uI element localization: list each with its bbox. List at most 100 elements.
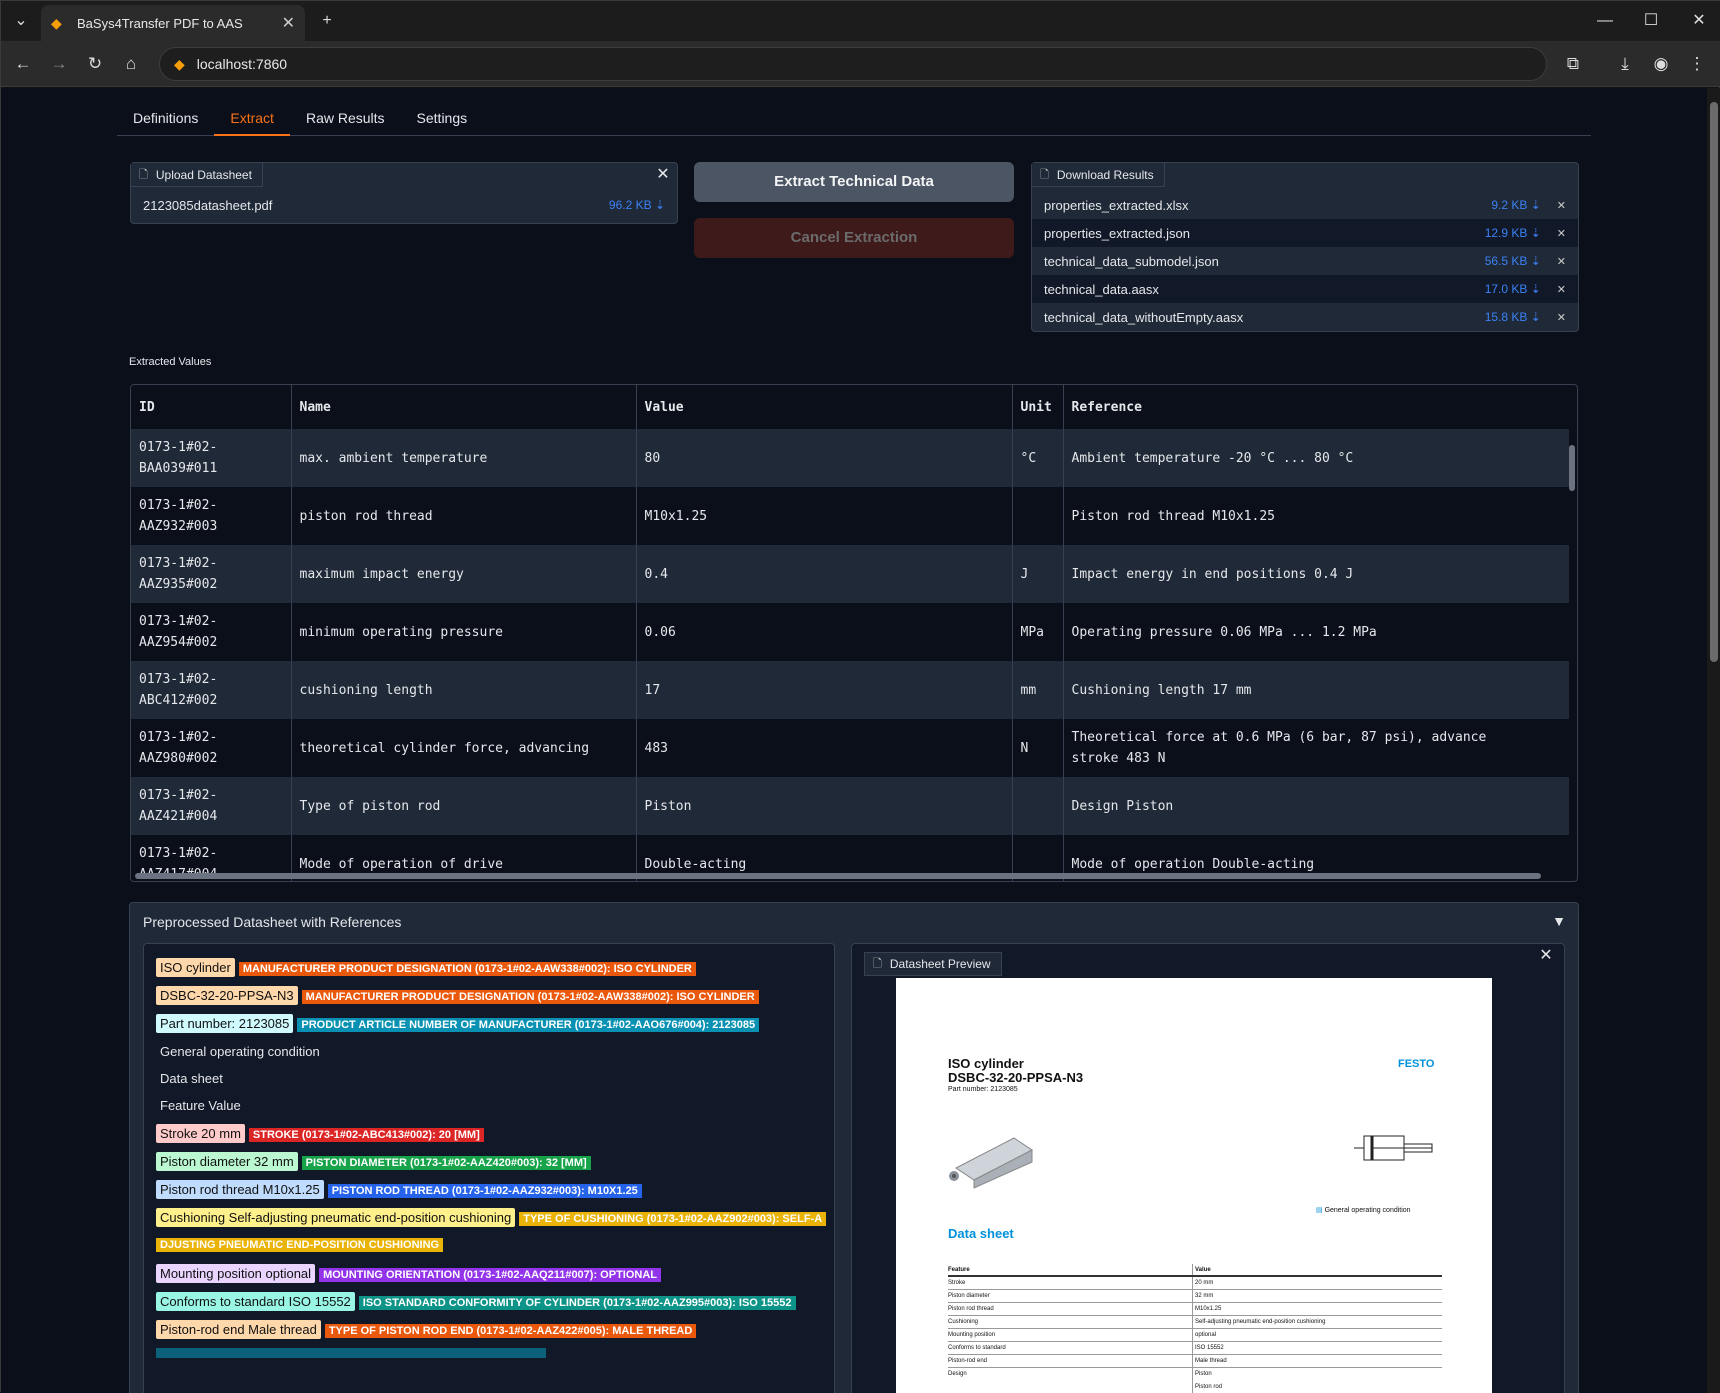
close-preview-icon[interactable]: ✕ <box>1536 946 1556 966</box>
download-file-size[interactable]: 12.9 KB ⇣ <box>1485 226 1541 240</box>
back-icon[interactable]: ← <box>11 52 35 76</box>
cell-id[interactable]: 0173-1#02- AAZ954#002 <box>131 603 292 661</box>
forward-icon[interactable]: → <box>47 52 71 76</box>
tab-raw-results[interactable]: Raw Results <box>290 104 401 136</box>
cell-name[interactable]: Type of piston rod <box>291 777 637 835</box>
download-file-row[interactable]: properties_extracted.xlsx 9.2 KB ⇣ ✕ <box>1032 191 1578 219</box>
table-horizontal-scrollbar[interactable] <box>135 873 1541 879</box>
remove-file-icon[interactable]: ✕ <box>1557 199 1566 212</box>
downloads-icon[interactable]: ⤓ <box>1613 52 1637 76</box>
entity-text[interactable]: Stroke 20 mm <box>156 1124 245 1143</box>
header-id[interactable]: ID <box>131 385 292 429</box>
cell-id[interactable]: 0173-1#02- BAA039#011 <box>131 429 292 487</box>
page-scrollbar[interactable] <box>1707 88 1720 1393</box>
uploaded-file-row[interactable]: 2123085datasheet.pdf 96.2 KB ⇣ <box>131 191 677 219</box>
tab-definitions[interactable]: Definitions <box>117 104 214 136</box>
download-file-size[interactable]: 15.8 KB ⇣ <box>1485 310 1541 324</box>
header-unit[interactable]: Unit <box>1012 385 1064 429</box>
cell-id[interactable]: 0173-1#02- AAZ421#004 <box>131 777 292 835</box>
maximize-icon[interactable]: ☐ <box>1639 9 1663 33</box>
entity-text[interactable]: Part number: 2123085 <box>156 1014 294 1033</box>
minimize-icon[interactable]: — <box>1593 9 1617 33</box>
cell-name[interactable]: maximum impact energy <box>291 545 637 603</box>
cell-unit[interactable]: mm <box>1012 661 1064 719</box>
download-file-row[interactable]: technical_data_withoutEmpty.aasx 15.8 KB … <box>1032 303 1578 331</box>
clear-upload-icon[interactable]: ✕ <box>653 165 673 185</box>
ref-part: Ambient temperature -20 °C ... 80 °C <box>1071 450 1354 466</box>
header-value[interactable]: Value <box>636 385 1013 429</box>
close-window-icon[interactable]: ✕ <box>1687 9 1711 33</box>
download-file-row[interactable]: technical_data_submodel.json 56.5 KB ⇣ ✕ <box>1032 247 1578 275</box>
cell-name[interactable]: theoretical cylinder force, advancing <box>291 719 637 777</box>
menu-icon[interactable]: ⋮ <box>1685 52 1709 76</box>
pdf-page[interactable]: ISO cylinder DSBC-32-20-PPSA-N3 Part num… <box>896 978 1492 1393</box>
header-reference[interactable]: Reference <box>1063 385 1569 429</box>
cell-value[interactable]: 483 <box>636 719 1013 777</box>
extensions-icon[interactable]: ⧉ <box>1561 52 1585 76</box>
entity-text[interactable]: Mounting position optional <box>156 1264 316 1283</box>
tab-extract[interactable]: Extract <box>214 104 290 136</box>
entity-text[interactable]: Cushioning Self-adjusting pneumatic end-… <box>156 1208 516 1227</box>
entity-text[interactable]: Piston diameter 32 mm <box>156 1152 298 1171</box>
download-file-row[interactable]: properties_extracted.json 12.9 KB ⇣ ✕ <box>1032 219 1578 247</box>
remove-file-icon[interactable]: ✕ <box>1557 227 1566 240</box>
cell-id[interactable]: 0173-1#02- AAZ932#003 <box>131 487 292 545</box>
cell-reference[interactable]: Ambient temperature -20 °C ... 80 °C <box>1063 429 1569 487</box>
new-tab-icon[interactable]: + <box>315 9 339 33</box>
cell-name[interactable]: max. ambient temperature <box>291 429 637 487</box>
cell-unit[interactable] <box>1012 487 1064 545</box>
download-file-size[interactable]: 17.0 KB ⇣ <box>1485 282 1541 296</box>
tab-settings[interactable]: Settings <box>401 104 484 136</box>
uploaded-file-size[interactable]: 96.2 KB ⇣ <box>609 198 665 212</box>
preprocessed-title[interactable]: Preprocessed Datasheet with References <box>143 903 401 941</box>
browser-tab[interactable]: ◆ BaSys4Transfer PDF to AAS ✕ <box>41 5 305 41</box>
download-file-size[interactable]: 56.5 KB ⇣ <box>1485 254 1541 268</box>
download-file-name: properties_extracted.json <box>1044 225 1190 241</box>
cell-id[interactable]: 0173-1#02- AAZ980#002 <box>131 719 292 777</box>
cell-unit[interactable]: J <box>1012 545 1064 603</box>
entity-text[interactable]: Conforms to standard ISO 15552 <box>156 1292 355 1311</box>
remove-file-icon[interactable]: ✕ <box>1557 255 1566 268</box>
download-file-row[interactable]: technical_data.aasx 17.0 KB ⇣ ✕ <box>1032 275 1578 303</box>
close-tab-icon[interactable]: ✕ <box>282 13 295 33</box>
page-scrollbar-thumb[interactable] <box>1710 102 1718 662</box>
cell-reference[interactable]: Impact energy in end positions 0.4 J <box>1063 545 1569 603</box>
remove-file-icon[interactable]: ✕ <box>1557 311 1566 324</box>
cell-value[interactable]: 0.4 <box>636 545 1013 603</box>
url-field[interactable]: ◆ localhost:7860 <box>159 47 1547 81</box>
cell-name[interactable]: piston rod thread <box>291 487 637 545</box>
cell-unit[interactable] <box>1012 777 1064 835</box>
cell-unit[interactable]: °C <box>1012 429 1064 487</box>
home-icon[interactable]: ⌂ <box>119 52 143 76</box>
entity-text[interactable]: Piston-rod end Male thread <box>156 1320 321 1339</box>
remove-file-icon[interactable]: ✕ <box>1557 283 1566 296</box>
cell-reference[interactable]: Cushioning length 17 mm <box>1063 661 1569 719</box>
cell-name[interactable]: cushioning length <box>291 661 637 719</box>
extract-button[interactable]: Extract Technical Data <box>694 162 1014 202</box>
profile-icon[interactable]: ◉ <box>1649 52 1673 76</box>
cell-reference[interactable]: Design Piston <box>1063 777 1569 835</box>
header-name[interactable]: Name <box>291 385 637 429</box>
reload-icon[interactable]: ↻ <box>83 52 107 76</box>
table-vertical-scrollbar[interactable] <box>1569 445 1575 491</box>
tab-search-icon[interactable]: ⌄ <box>9 9 33 33</box>
cell-value[interactable]: Piston <box>636 777 1013 835</box>
cell-unit[interactable]: MPa <box>1012 603 1064 661</box>
entity-text[interactable]: DSBC-32-20-PPSA-N3 <box>156 986 298 1005</box>
cell-reference[interactable]: Operating pressure 0.06 MPa ... 1.2 MPa <box>1063 603 1569 661</box>
entity-text[interactable]: ISO cylinder <box>156 958 235 977</box>
cell-unit[interactable]: N <box>1012 719 1064 777</box>
download-file-size[interactable]: 9.2 KB ⇣ <box>1491 198 1540 212</box>
cell-value[interactable]: 17 <box>636 661 1013 719</box>
cell-reference[interactable]: Theoretical force at 0.6 MPa (6 bar, 87 … <box>1063 719 1569 777</box>
cell-id[interactable]: 0173-1#02- ABC412#002 <box>131 661 292 719</box>
cancel-extraction-button[interactable]: Cancel Extraction <box>694 218 1014 258</box>
cell-value[interactable]: 0.06 <box>636 603 1013 661</box>
cell-reference[interactable]: Piston rod thread M10x1.25 <box>1063 487 1569 545</box>
cell-value[interactable]: M10x1.25 <box>636 487 1013 545</box>
entity-text[interactable]: Piston rod thread M10x1.25 <box>156 1180 324 1199</box>
cell-name[interactable]: minimum operating pressure <box>291 603 637 661</box>
collapse-triangle-icon[interactable]: ▼ <box>1552 913 1566 929</box>
cell-id[interactable]: 0173-1#02- AAZ935#002 <box>131 545 292 603</box>
cell-value[interactable]: 80 <box>636 429 1013 487</box>
